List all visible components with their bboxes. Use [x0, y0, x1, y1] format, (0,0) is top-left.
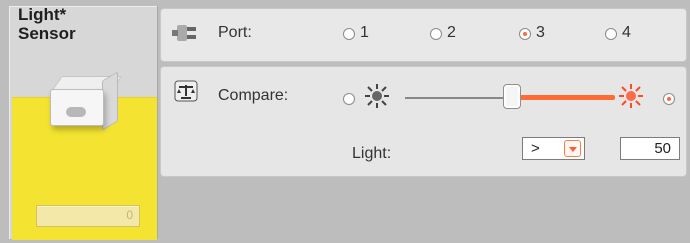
operator-select[interactable]: >: [522, 137, 585, 160]
block-title-line2: Sensor: [18, 24, 76, 43]
light-sensor-icon: [44, 71, 122, 131]
port-1-label: 1: [360, 24, 369, 41]
operator-value: >: [531, 140, 540, 157]
light-threshold-input[interactable]: 50: [620, 137, 680, 160]
port-3-label: 3: [536, 24, 545, 41]
sensor-config-panel: Light* Sensor 0 Port: 1 2 3 4 Compare: L…: [0, 0, 690, 243]
block-title-line1: Light*: [18, 5, 67, 24]
compare-label: Compare:: [218, 87, 289, 104]
port-4-radio[interactable]: [605, 28, 617, 40]
compare-panel: [160, 66, 687, 177]
compare-slider-track-right[interactable]: [515, 95, 615, 100]
scale-icon: [174, 80, 198, 102]
port-plug-icon: [172, 25, 196, 41]
dim-light-icon: [365, 84, 389, 108]
sensor-value-text: 0: [126, 208, 133, 222]
sensor-value-field: 0: [36, 205, 140, 227]
compare-slider-thumb[interactable]: [503, 84, 521, 109]
light-threshold-value: 50: [654, 140, 671, 157]
port-2-radio[interactable]: [430, 28, 442, 40]
port-2-label: 2: [447, 24, 456, 41]
port-label: Port:: [218, 24, 252, 41]
port-3-radio[interactable]: [519, 28, 531, 40]
light-label: Light:: [352, 145, 392, 162]
port-1-radio[interactable]: [343, 28, 355, 40]
port-4-label: 4: [622, 24, 631, 41]
block-title: Light* Sensor: [18, 5, 76, 43]
sensor-side-face: [102, 71, 118, 131]
compare-dark-radio[interactable]: [343, 93, 355, 105]
compare-bright-radio[interactable]: [663, 93, 675, 105]
bright-light-icon: [619, 84, 643, 108]
operator-dropdown-icon[interactable]: [564, 140, 581, 157]
compare-slider-track-left[interactable]: [405, 97, 508, 99]
sensor-lens-icon: [66, 107, 86, 117]
